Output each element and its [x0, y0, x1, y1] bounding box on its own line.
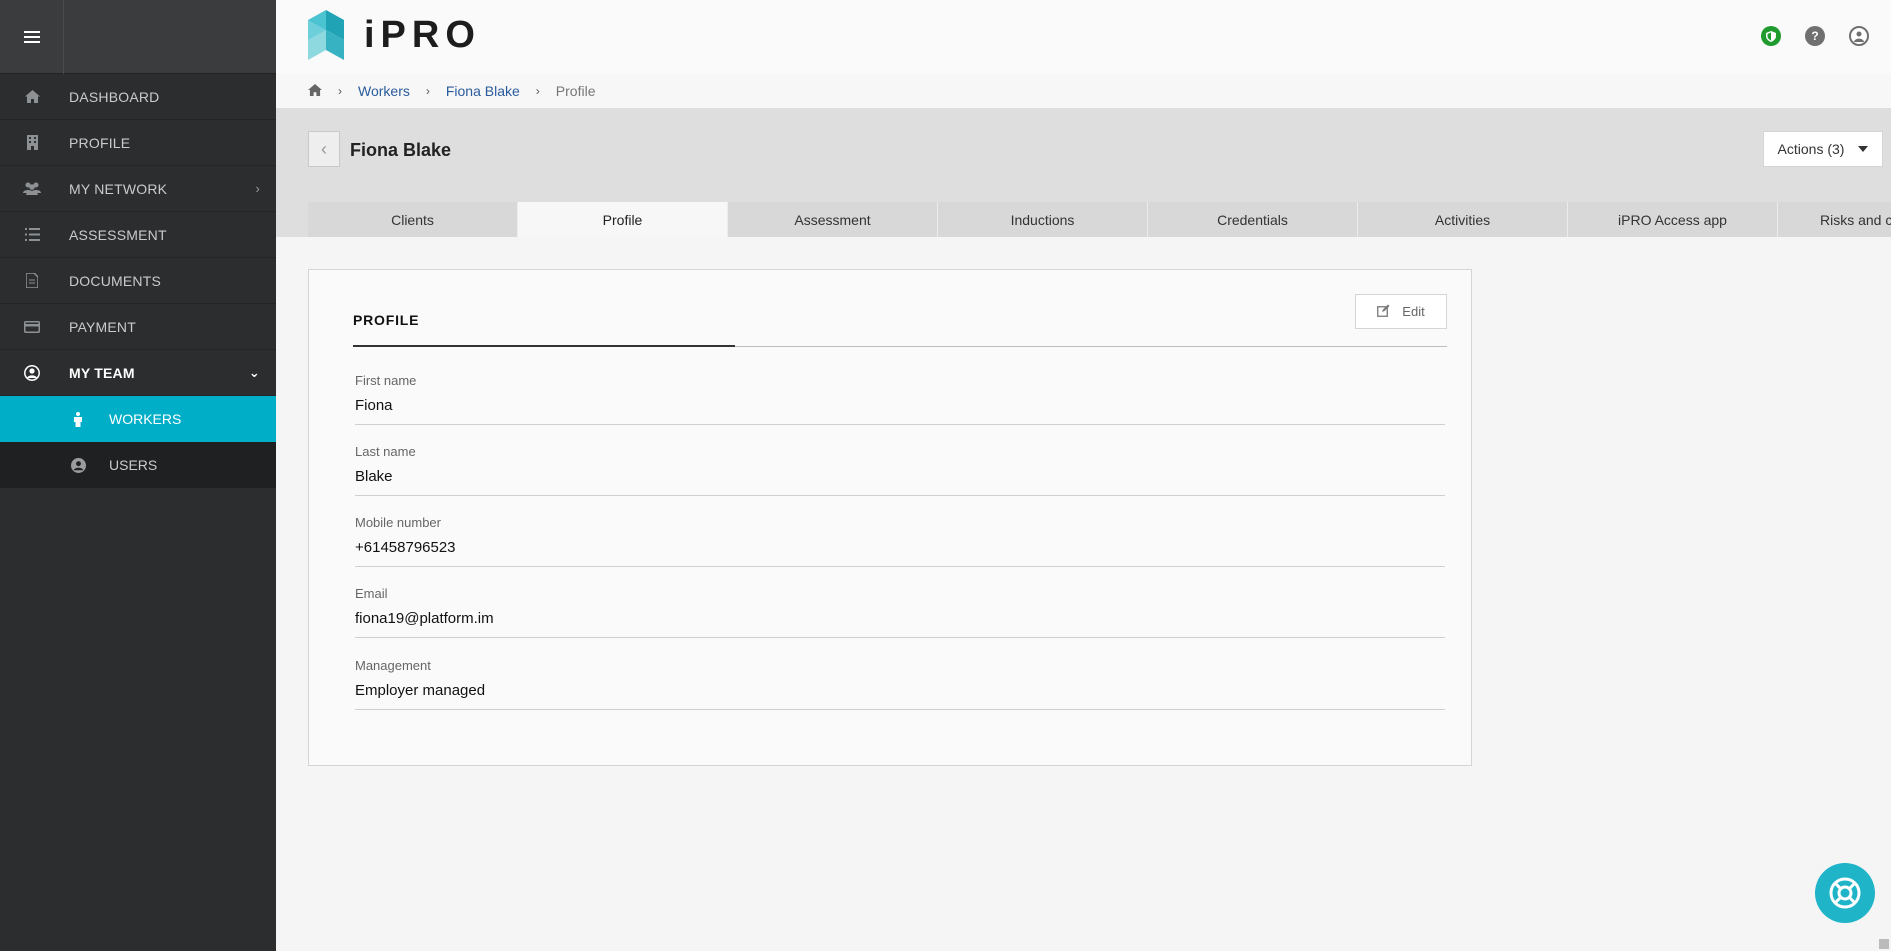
- breadcrumb: › Workers › Fiona Blake › Profile: [276, 74, 1891, 108]
- field-value: Fiona: [355, 397, 393, 414]
- field-last-name: Last name Blake: [355, 444, 1445, 496]
- tab-assessment[interactable]: Assessment: [728, 202, 938, 237]
- caret-down-icon: [1858, 146, 1869, 152]
- top-header: iPRO ?: [276, 0, 1891, 74]
- sidebar-item-dashboard[interactable]: DASHBOARD: [0, 74, 276, 120]
- breadcrumb-separator-icon: ›: [535, 84, 540, 98]
- field-mobile-number: Mobile number +61458796523: [355, 515, 1445, 567]
- support-chat-button[interactable]: [1815, 863, 1875, 923]
- sidebar-item-label: ASSESSMENT: [69, 226, 167, 243]
- breadcrumb-separator-icon: ›: [338, 84, 342, 98]
- list-icon: [22, 227, 42, 243]
- field-first-name: First name Fiona: [355, 373, 1445, 425]
- profile-card: PROFILE Edit First name Fiona Last name …: [308, 269, 1472, 766]
- shield-status-icon[interactable]: [1761, 26, 1781, 46]
- sidebar-subitem-label: USERS: [109, 457, 158, 473]
- building-icon: [22, 135, 42, 151]
- sidebar-item-label: MY NETWORK: [69, 180, 168, 197]
- field-email: Email fiona19@platform.im: [355, 586, 1445, 638]
- field-value: fiona19@platform.im: [355, 610, 494, 627]
- breadcrumb-link-worker[interactable]: Fiona Blake: [446, 83, 520, 99]
- field-management: Management Employer managed: [355, 658, 1445, 710]
- chevron-left-icon: ‹: [321, 138, 327, 159]
- card-title: PROFILE: [353, 312, 420, 328]
- edit-button[interactable]: Edit: [1355, 294, 1447, 329]
- ipro-logo-mark-icon: [308, 10, 344, 60]
- credit-card-icon: [22, 319, 42, 335]
- field-label: Management: [355, 658, 431, 673]
- sidebar-subitem-workers[interactable]: WORKERS: [0, 396, 276, 442]
- breadcrumb-current: Profile: [555, 83, 596, 99]
- lifebuoy-icon: [1829, 877, 1861, 909]
- back-button[interactable]: ‹: [308, 131, 340, 167]
- logo-text: iPRO: [364, 13, 481, 56]
- actions-label: Actions (3): [1777, 141, 1845, 157]
- resize-handle[interactable]: [1879, 939, 1889, 949]
- field-value: Employer managed: [355, 682, 486, 699]
- tab-inductions[interactable]: Inductions: [938, 202, 1148, 237]
- home-icon[interactable]: [308, 83, 322, 99]
- field-label: First name: [355, 373, 417, 388]
- sidebar-item-label: PROFILE: [69, 134, 131, 151]
- sidebar-item-label: PAYMENT: [69, 318, 136, 335]
- sidebar-item-documents[interactable]: DOCUMENTS: [0, 258, 276, 304]
- edit-label: Edit: [1402, 304, 1425, 319]
- sidebar-item-label: DOCUMENTS: [69, 272, 162, 289]
- help-icon[interactable]: ?: [1805, 26, 1825, 46]
- sidebar-item-my-team[interactable]: MY TEAM ⌄: [0, 350, 276, 396]
- card-divider-accent: [353, 345, 735, 347]
- sidebar-item-assessment[interactable]: ASSESSMENT: [0, 212, 276, 258]
- tab-risks[interactable]: Risks and c: [1778, 202, 1891, 237]
- user-circle-icon: [68, 457, 88, 473]
- hamburger-icon: [23, 31, 40, 43]
- tab-ipro-access-app[interactable]: iPRO Access app: [1568, 202, 1778, 237]
- sidebar: DASHBOARD PROFILE MY NETWORK › ASSESSMEN…: [0, 0, 276, 951]
- breadcrumb-link-workers[interactable]: Workers: [358, 83, 410, 99]
- user-account-icon[interactable]: [1849, 26, 1869, 46]
- tabs-background: [276, 202, 308, 237]
- tab-credentials[interactable]: Credentials: [1148, 202, 1358, 237]
- users-icon: [22, 181, 42, 197]
- ipro-logo[interactable]: iPRO: [308, 10, 481, 60]
- sidebar-item-label: DASHBOARD: [69, 88, 160, 105]
- sidebar-item-my-network[interactable]: MY NETWORK ›: [0, 166, 276, 212]
- field-value: +61458796523: [355, 539, 456, 556]
- field-label: Mobile number: [355, 515, 441, 530]
- home-icon: [22, 89, 42, 105]
- sidebar-item-payment[interactable]: PAYMENT: [0, 304, 276, 350]
- actions-dropdown-button[interactable]: Actions (3): [1763, 131, 1883, 167]
- tab-activities[interactable]: Activities: [1358, 202, 1568, 237]
- document-icon: [22, 273, 42, 289]
- tab-bar: Clients Profile Assessment Inductions Cr…: [308, 202, 1891, 237]
- field-label: Last name: [355, 444, 416, 459]
- sidebar-top: [0, 0, 276, 74]
- person-icon: [68, 411, 88, 427]
- sidebar-item-profile[interactable]: PROFILE: [0, 120, 276, 166]
- chevron-right-icon: ›: [255, 181, 260, 196]
- edit-icon: [1377, 304, 1390, 320]
- chevron-down-icon: ⌄: [248, 364, 260, 380]
- tab-profile[interactable]: Profile: [518, 202, 728, 237]
- menu-toggle-button[interactable]: [0, 0, 64, 74]
- tab-clients[interactable]: Clients: [308, 202, 518, 237]
- header-icons: ?: [1761, 26, 1869, 46]
- breadcrumb-separator-icon: ›: [425, 84, 430, 98]
- sidebar-subitem-users[interactable]: USERS: [0, 442, 276, 488]
- sidebar-item-label: MY TEAM: [69, 364, 135, 381]
- field-label: Email: [355, 586, 388, 601]
- field-value: Blake: [355, 468, 393, 485]
- user-circle-icon: [22, 364, 42, 381]
- sidebar-subitem-label: WORKERS: [109, 411, 182, 427]
- page-title: Fiona Blake: [350, 140, 452, 160]
- page-header-band: ‹ Fiona Blake Actions (3): [276, 108, 1891, 202]
